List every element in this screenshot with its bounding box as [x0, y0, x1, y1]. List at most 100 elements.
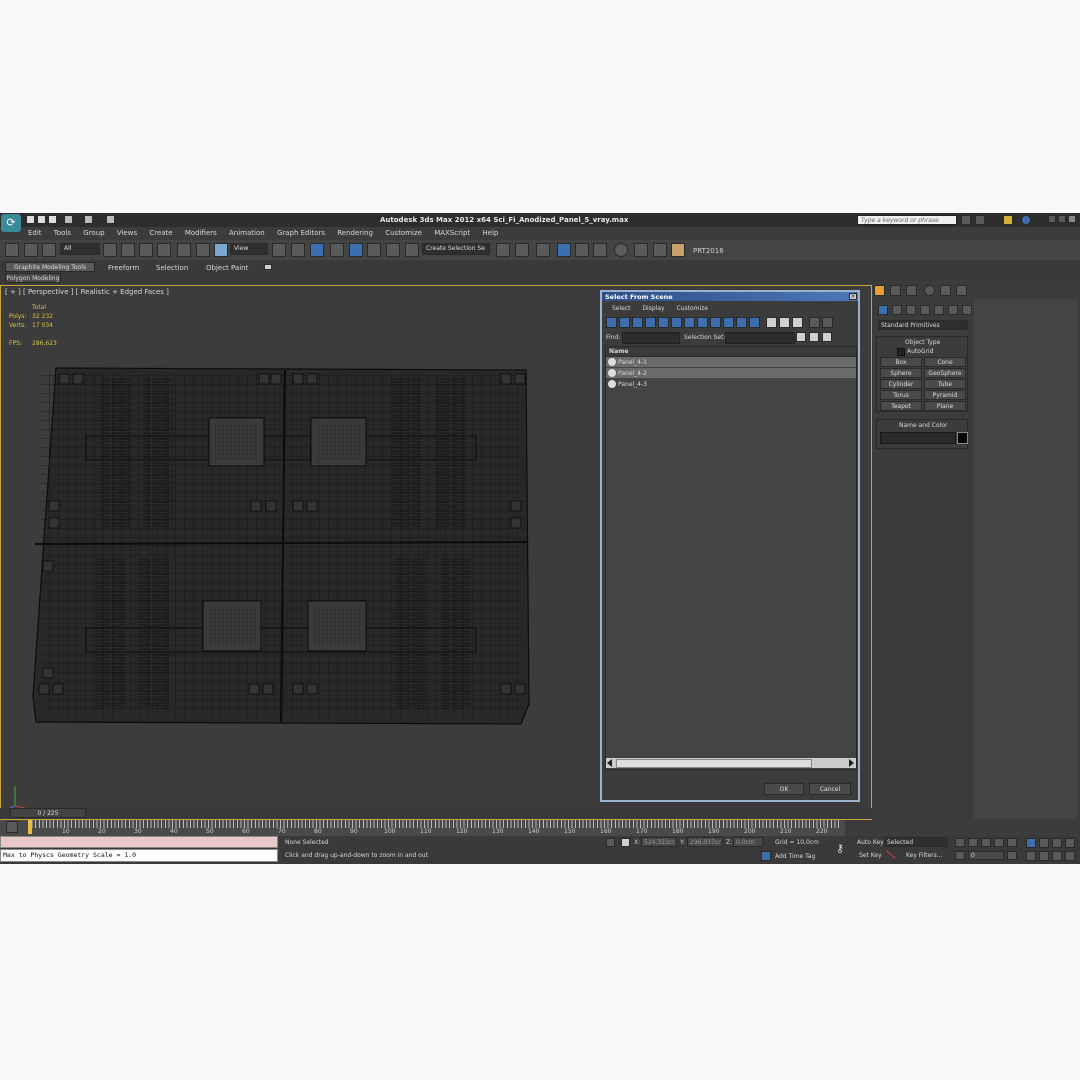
cone-button[interactable]: Cone	[924, 357, 966, 367]
display-cameras-icon[interactable]	[645, 317, 656, 328]
torus-button[interactable]: Torus	[880, 390, 922, 400]
field-of-view-icon[interactable]	[1026, 851, 1036, 861]
minimize-icon[interactable]	[1048, 215, 1056, 223]
shapes-category-icon[interactable]	[892, 305, 902, 315]
prt-toolbar-label[interactable]: PRT2016	[693, 247, 724, 255]
display-bones-icon[interactable]	[710, 317, 721, 328]
new-file-icon[interactable]	[26, 215, 35, 224]
cylinder-button[interactable]: Cylinder	[880, 379, 922, 389]
polygon-modeling-panel[interactable]: Polygon Modeling	[5, 273, 61, 283]
bind-space-warp-icon[interactable]	[42, 243, 56, 257]
absolute-mode-icon[interactable]	[621, 838, 630, 847]
menu-customize[interactable]: Customize	[385, 229, 422, 237]
list-item[interactable]: Panel_4-1	[606, 357, 856, 367]
move-icon[interactable]	[177, 243, 191, 257]
menu-create[interactable]: Create	[149, 229, 172, 237]
tab-selection[interactable]: Selection	[156, 264, 188, 272]
menu-rendering[interactable]: Rendering	[337, 229, 373, 237]
modify-tab-icon[interactable]	[890, 285, 901, 296]
display-tab-icon[interactable]	[940, 285, 951, 296]
select-object-icon[interactable]	[103, 243, 117, 257]
pan-view-icon[interactable]	[1039, 851, 1049, 861]
tab-freeform[interactable]: Freeform	[108, 264, 139, 272]
key-mode-dropdown[interactable]: Selected	[884, 837, 948, 847]
auto-key-button[interactable]: Auto Key	[857, 839, 884, 846]
primitive-type-dropdown[interactable]: Standard Primitives	[878, 320, 968, 330]
sphere-button[interactable]: Sphere	[880, 368, 922, 378]
scroll-left-arrow-icon[interactable]	[607, 759, 612, 767]
column-header-name[interactable]: Name	[606, 347, 856, 357]
y-coordinate-field[interactable]: 296,037cr	[687, 837, 723, 847]
curve-editor-icon[interactable]	[575, 243, 589, 257]
selection-set-icon[interactable]	[796, 332, 806, 342]
object-name-input[interactable]	[880, 432, 956, 444]
box-button[interactable]: Box	[880, 357, 922, 367]
pivot-point-icon[interactable]	[272, 243, 286, 257]
edit-named-selection-icon[interactable]	[405, 243, 419, 257]
menu-views[interactable]: Views	[117, 229, 137, 237]
dialog-title-bar[interactable]: Select From Scene ×	[602, 292, 858, 301]
next-frame-icon[interactable]	[994, 838, 1004, 847]
list-item[interactable]: Panel_4-3	[606, 379, 856, 389]
dialog-menu-select[interactable]: Select	[612, 305, 631, 312]
set-key-key-icon[interactable]: ⚷	[836, 843, 850, 855]
ribbon-toggle-icon[interactable]	[264, 264, 272, 270]
time-slider-thumb[interactable]: 0 / 225	[10, 808, 86, 818]
zoom-extents-all-icon[interactable]	[1065, 838, 1075, 848]
hierarchy-tab-icon[interactable]	[906, 285, 917, 296]
display-geometry-icon[interactable]	[606, 317, 617, 328]
display-groups-icon[interactable]	[684, 317, 695, 328]
binoculars-icon[interactable]	[961, 215, 971, 225]
previous-frame-icon[interactable]	[968, 838, 978, 847]
display-none-icon[interactable]	[779, 317, 790, 328]
menu-group[interactable]: Group	[83, 229, 104, 237]
ok-button[interactable]: OK	[764, 783, 804, 795]
scroll-right-arrow-icon[interactable]	[849, 759, 854, 767]
display-all-icon[interactable]	[766, 317, 777, 328]
set-key-button[interactable]: Set Key	[859, 852, 882, 859]
current-frame-field[interactable]: 0	[968, 851, 1004, 860]
menu-modifiers[interactable]: Modifiers	[185, 229, 217, 237]
motion-tab-icon[interactable]	[924, 285, 935, 296]
schematic-view-icon[interactable]	[593, 243, 607, 257]
horizontal-scrollbar[interactable]	[606, 758, 856, 768]
sync-selection-icon[interactable]	[809, 317, 820, 328]
time-tag-icon[interactable]	[761, 851, 771, 861]
project-folder-icon[interactable]	[106, 215, 115, 224]
teapot-button[interactable]: Teapot	[880, 401, 922, 411]
window-crossing-icon[interactable]	[157, 243, 171, 257]
app-logo-icon[interactable]: ⟳	[1, 214, 21, 232]
dialog-close-button[interactable]: ×	[849, 293, 857, 300]
selection-set-dropdown[interactable]	[725, 332, 795, 344]
dialog-menu-customize[interactable]: Customize	[676, 305, 708, 312]
display-helpers-icon[interactable]	[658, 317, 669, 328]
display-invert-icon[interactable]	[792, 317, 803, 328]
maximize-icon[interactable]	[1058, 215, 1066, 223]
helpers-category-icon[interactable]	[934, 305, 944, 315]
track-bar[interactable]: 10 20 30 40 50 60 70 80 90 100 110 120 1…	[0, 820, 845, 836]
menu-edit[interactable]: Edit	[28, 229, 42, 237]
object-color-swatch[interactable]	[957, 432, 968, 444]
time-slider[interactable]: 0 / 225	[0, 808, 872, 819]
list-item[interactable]: Panel_4-2	[606, 368, 856, 378]
angle-snap-icon[interactable]	[349, 243, 363, 257]
zoom-icon[interactable]	[1026, 838, 1036, 848]
geometry-category-icon[interactable]	[878, 305, 888, 315]
key-filters-button[interactable]: Key Filters...	[906, 852, 943, 859]
rotate-icon[interactable]	[196, 243, 210, 257]
x-coordinate-field[interactable]: 524,322cr	[641, 837, 677, 847]
selection-filter-dropdown[interactable]: All	[60, 243, 100, 255]
snaps-toggle-icon[interactable]	[330, 243, 344, 257]
select-manipulate-icon[interactable]	[291, 243, 305, 257]
spinner-snap-icon[interactable]	[386, 243, 400, 257]
name-and-color-title[interactable]: Name and Color	[899, 422, 947, 429]
render-production-icon[interactable]	[671, 243, 685, 257]
save-icon[interactable]	[48, 215, 57, 224]
display-hidden-icon[interactable]	[749, 317, 760, 328]
filter-funnel-icon[interactable]	[822, 317, 833, 328]
open-file-icon[interactable]	[37, 215, 46, 224]
maxscript-listener-top[interactable]	[0, 836, 278, 848]
menu-tools[interactable]: Tools	[54, 229, 71, 237]
create-tab-icon[interactable]	[874, 285, 885, 296]
tab-object-paint[interactable]: Object Paint	[206, 264, 248, 272]
